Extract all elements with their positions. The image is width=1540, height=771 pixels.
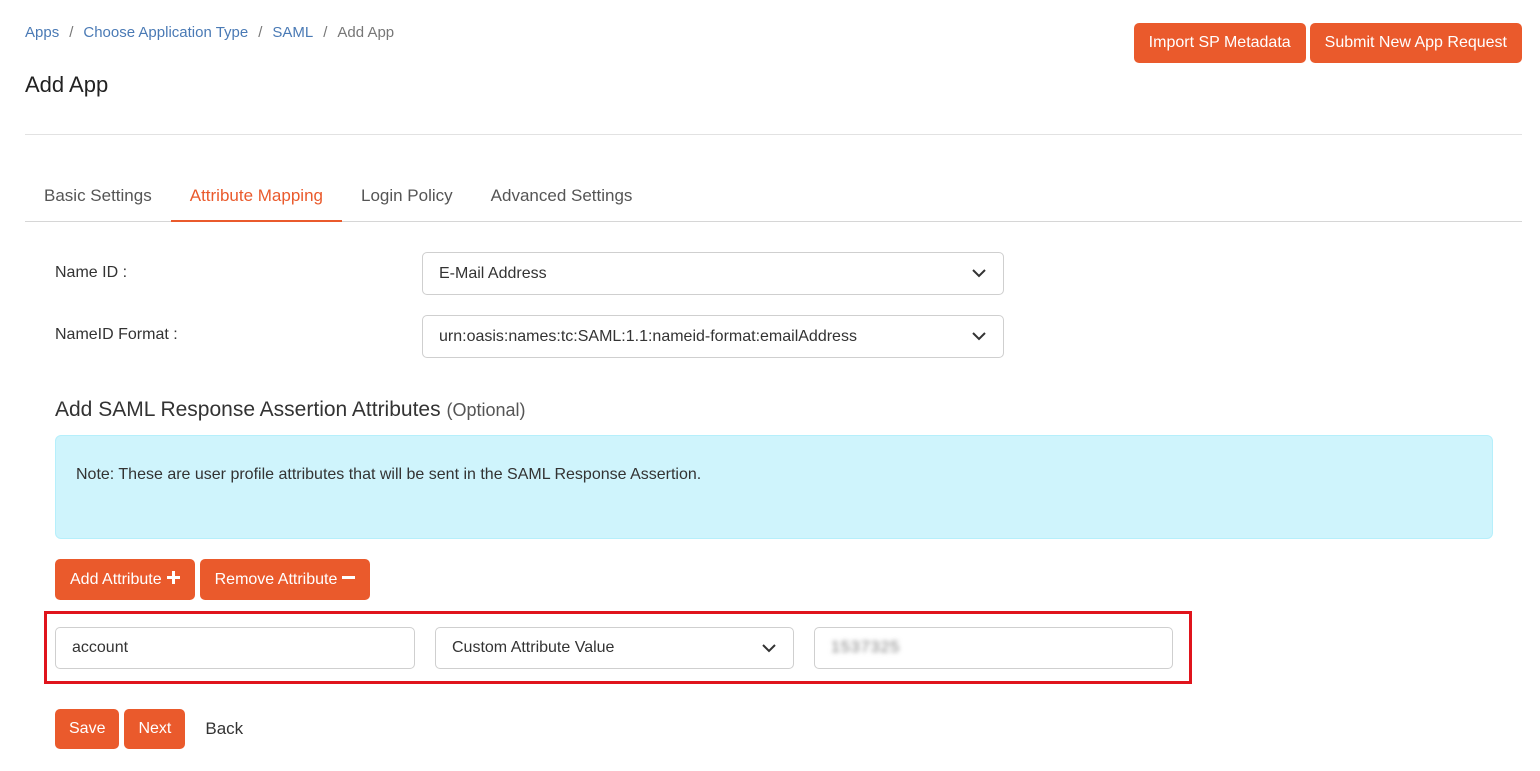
header-actions: Import SP Metadata Submit New App Reques… [1133,23,1522,63]
nameid-format-label: NameID Format : [55,326,178,343]
tab-login-policy[interactable]: Login Policy [342,172,472,222]
breadcrumb-separator: / [258,24,263,41]
add-attribute-button[interactable]: Add Attribute [55,559,195,600]
tab-basic-settings[interactable]: Basic Settings [25,172,171,222]
breadcrumb: Apps / Choose Application Type / SAML / … [25,24,394,41]
chevron-down-icon [761,640,777,656]
attribute-type-selected-value: Custom Attribute Value [452,639,615,656]
remove-attribute-label: Remove Attribute [214,570,338,588]
nameid-format-select[interactable]: urn:oasis:names:tc:SAML:1.1:nameid-forma… [422,315,1004,358]
import-sp-metadata-button[interactable]: Import SP Metadata [1133,23,1306,63]
remove-attribute-button[interactable]: Remove Attribute [199,559,371,600]
breadcrumb-choose-application-type[interactable]: Choose Application Type [83,24,248,41]
back-link[interactable]: Back [205,719,243,739]
breadcrumb-separator: / [69,24,74,41]
breadcrumb-saml[interactable]: SAML [272,24,313,41]
breadcrumb-separator: / [323,24,328,41]
assertion-note-text: Note: These are user profile attributes … [76,466,702,483]
form-actions: Save Next Back [55,709,243,749]
tab-attribute-mapping[interactable]: Attribute Mapping [170,172,342,222]
submit-new-app-request-button[interactable]: Submit New App Request [1309,23,1522,63]
name-id-selected-value: E-Mail Address [439,264,547,282]
chevron-down-icon [971,266,987,282]
assertion-attributes-heading: Add SAML Response Assertion Attributes (… [55,398,525,422]
save-button[interactable]: Save [55,709,120,749]
assertion-heading-text: Add SAML Response Assertion Attributes [55,398,441,421]
add-app-page: Apps / Choose Application Type / SAML / … [0,0,1540,771]
attribute-actions: Add Attribute Remove Attribute [55,559,371,600]
breadcrumb-current: Add App [337,24,395,41]
assertion-note: Note: These are user profile attributes … [55,435,1493,539]
nameid-format-selected-value: urn:oasis:names:tc:SAML:1.1:nameid-forma… [439,327,857,345]
plus-icon [166,570,180,589]
attribute-value-text: 1537325 [831,639,901,656]
attribute-value-input[interactable]: 1537325 [814,627,1173,669]
attribute-name-input[interactable]: account [55,627,415,669]
name-id-select[interactable]: E-Mail Address [422,252,1004,295]
name-id-label: Name ID : [55,264,128,281]
minus-icon [342,571,356,589]
tab-advanced-settings[interactable]: Advanced Settings [472,172,652,222]
optional-label: (Optional) [446,400,526,420]
next-button[interactable]: Next [124,709,186,749]
add-attribute-label: Add Attribute [70,570,162,588]
attribute-type-select[interactable]: Custom Attribute Value [435,627,794,669]
breadcrumb-apps[interactable]: Apps [25,24,59,41]
attribute-name-value: account [72,639,129,656]
header-divider [25,134,1522,135]
settings-tabs: Basic Settings Attribute Mapping Login P… [25,172,1522,222]
chevron-down-icon [971,329,987,345]
page-title: Add App [25,72,109,97]
